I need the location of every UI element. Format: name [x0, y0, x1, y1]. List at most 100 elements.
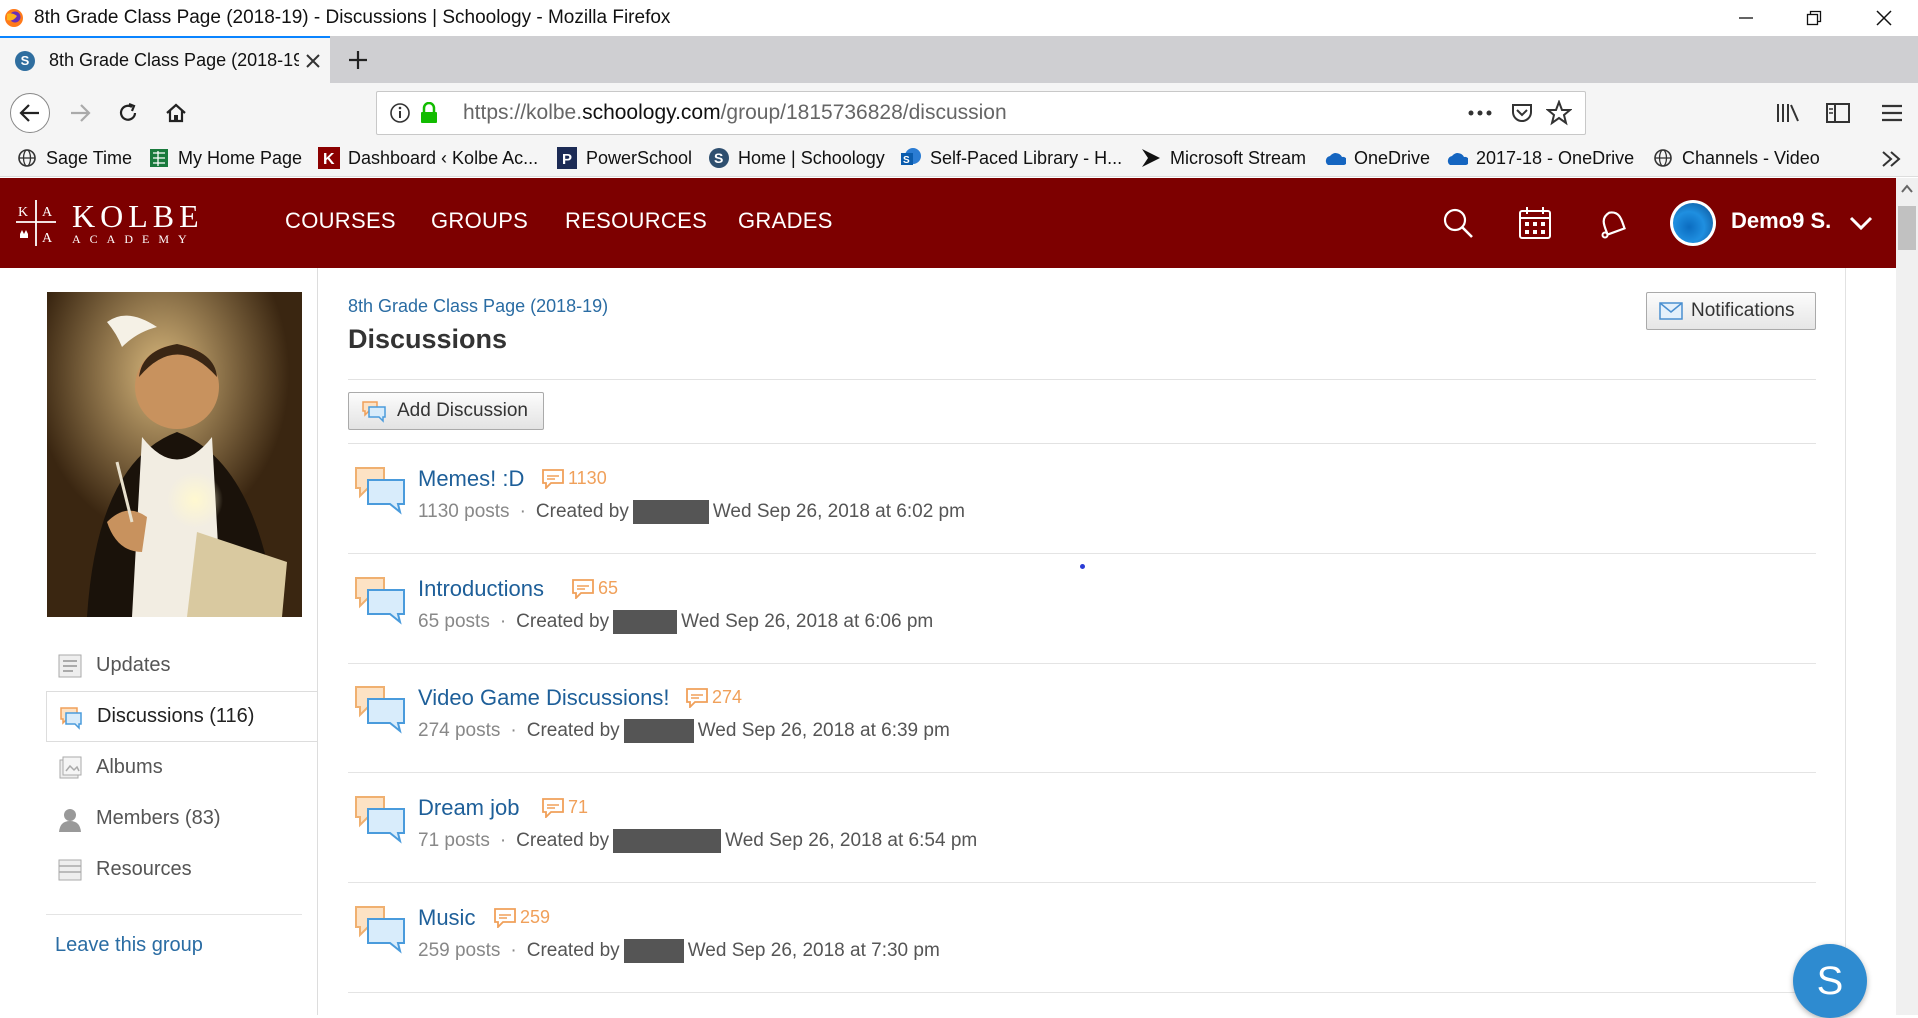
- discussion-title[interactable]: Dream job: [418, 795, 519, 821]
- comment-count: 1130: [542, 468, 607, 489]
- close-window-button[interactable]: [1850, 0, 1918, 36]
- bookmark-item[interactable]: Microsoft Stream: [1140, 147, 1306, 169]
- minimize-button[interactable]: [1712, 0, 1780, 36]
- svg-text:S: S: [714, 150, 723, 166]
- page-scrollbar[interactable]: [1896, 178, 1918, 1015]
- discussion-title[interactable]: Introductions: [418, 576, 544, 602]
- lock-icon[interactable]: [419, 102, 439, 124]
- restore-button[interactable]: [1780, 0, 1848, 36]
- home-button[interactable]: [156, 93, 196, 133]
- discussion-title[interactable]: Music: [418, 905, 475, 931]
- created-by-label: Created by: [526, 940, 620, 961]
- window-title: 8th Grade Class Page (2018-19) - Discuss…: [34, 7, 671, 28]
- nav-groups[interactable]: GROUPS: [431, 208, 528, 234]
- home-icon: [166, 103, 186, 123]
- bookmarks-overflow-button[interactable]: [1880, 149, 1902, 169]
- browser-tab[interactable]: S 8th Grade Class Page (2018-19): [0, 36, 330, 83]
- bookmark-item[interactable]: P PowerSchool: [556, 147, 692, 169]
- discussion-meta: 1130 posts · Created by Wed Sep 26, 2018 …: [418, 500, 965, 524]
- breadcrumb[interactable]: 8th Grade Class Page (2018-19): [348, 296, 608, 317]
- nav-resources[interactable]: RESOURCES: [565, 208, 707, 234]
- forward-button[interactable]: [60, 93, 100, 133]
- bookmarks-toolbar: Sage Time My Home Page K Dashboard ‹ Kol…: [0, 143, 1918, 177]
- sidebar-item-resources[interactable]: Resources: [46, 844, 318, 895]
- page-actions-icon[interactable]: [1467, 109, 1493, 117]
- reload-button[interactable]: [108, 93, 148, 133]
- discussion-item[interactable]: Dream job 71 71 posts · Created by Wed Se…: [348, 773, 1816, 883]
- forward-arrow-icon: [71, 104, 91, 122]
- scroll-up-arrow-icon[interactable]: [1896, 178, 1918, 200]
- plus-icon: [349, 51, 367, 69]
- sidebar-toggle-button[interactable]: [1818, 93, 1858, 133]
- sidebar-item-updates[interactable]: Updates: [46, 640, 318, 691]
- cursor-dot: [1080, 564, 1085, 569]
- user-name[interactable]: Demo9 S.: [1731, 208, 1831, 234]
- discussion-item[interactable]: Memes! :D 1130 1130 posts · Created by We…: [348, 444, 1816, 554]
- bookmark-item[interactable]: OneDrive: [1324, 147, 1430, 169]
- schoology-help-button[interactable]: S: [1793, 944, 1867, 1018]
- svg-text:P: P: [562, 151, 572, 168]
- info-icon[interactable]: [389, 102, 411, 124]
- discussion-item[interactable]: Music 259 259 posts · Created by Wed Sep …: [348, 883, 1816, 993]
- comment-count: 259: [494, 907, 550, 928]
- post-count: 1130 posts: [418, 501, 510, 522]
- window-titlebar: 8th Grade Class Page (2018-19) - Discuss…: [0, 0, 1918, 36]
- album-icon: [56, 754, 84, 782]
- nav-grades[interactable]: GRADES: [738, 208, 833, 234]
- new-tab-button[interactable]: [342, 44, 374, 76]
- bookmark-item[interactable]: S Self-Paced Library - H...: [900, 147, 1122, 169]
- back-arrow-icon: [19, 104, 39, 122]
- discussion-title[interactable]: Video Game Discussions!: [418, 685, 670, 711]
- add-discussion-icon: [362, 401, 386, 423]
- address-bar[interactable]: https://kolbe.schoology.com/group/181573…: [376, 91, 1586, 135]
- bookmark-item[interactable]: Channels - Video: [1652, 147, 1820, 169]
- discussion-meta: 71 posts · Created by Wed Sep 26, 2018 at…: [418, 829, 978, 853]
- logo-sub-text: ACADEMY: [72, 231, 196, 246]
- menu-button[interactable]: [1872, 93, 1912, 133]
- sidebar-item-label: Resources: [96, 858, 192, 880]
- back-button[interactable]: [10, 93, 50, 133]
- svg-text:A: A: [42, 205, 53, 220]
- page-title: Discussions: [348, 324, 508, 354]
- bookmark-item[interactable]: K Dashboard ‹ Kolbe Ac...: [318, 147, 538, 169]
- post-count: 65 posts: [418, 611, 490, 632]
- nav-courses[interactable]: COURSES: [285, 208, 396, 234]
- notifications-bell-button[interactable]: [1590, 200, 1636, 246]
- comment-icon: [542, 468, 564, 489]
- discussion-item[interactable]: Video Game Discussions! 274 274 posts · C…: [348, 663, 1816, 773]
- discussion-item[interactable]: Introductions 65 65 posts · Created by We…: [348, 554, 1816, 664]
- svg-text:A: A: [42, 231, 53, 246]
- comment-icon: [542, 797, 564, 818]
- user-menu-toggle[interactable]: [1838, 200, 1884, 246]
- updates-icon: [56, 652, 84, 680]
- discussion-title[interactable]: Memes! :D: [418, 466, 524, 492]
- bookmark-item[interactable]: Sage Time: [16, 147, 132, 169]
- group-profile-image: [47, 292, 302, 617]
- sidebar-item-members[interactable]: Members (83): [46, 793, 318, 844]
- notifications-button[interactable]: Notifications: [1646, 292, 1816, 330]
- scrollbar-thumb[interactable]: [1898, 206, 1916, 250]
- library-button[interactable]: [1768, 93, 1808, 133]
- svg-text:K: K: [18, 205, 28, 220]
- bookmark-star-icon[interactable]: [1546, 100, 1572, 126]
- created-by-label: Created by: [526, 720, 620, 741]
- search-button[interactable]: [1435, 200, 1481, 246]
- resources-icon: [56, 856, 84, 884]
- kolbe-logo[interactable]: K A A KOLBE ACADEMY: [12, 192, 248, 254]
- calendar-button[interactable]: [1512, 200, 1558, 246]
- close-tab-icon[interactable]: [305, 53, 321, 69]
- pocket-icon[interactable]: [1510, 101, 1534, 125]
- bookmark-item[interactable]: 2017-18 - OneDrive: [1446, 147, 1634, 169]
- bookmark-item[interactable]: S Home | Schoology: [708, 147, 885, 169]
- navigation-toolbar: https://kolbe.schoology.com/group/181573…: [0, 83, 1918, 143]
- discussion-meta: 65 posts · Created by Wed Sep 26, 2018 at…: [418, 610, 934, 634]
- url-text[interactable]: https://kolbe.schoology.com/group/181573…: [463, 101, 1007, 125]
- add-discussion-button[interactable]: Add Discussion: [348, 392, 544, 430]
- leave-group-link[interactable]: Leave this group: [55, 934, 203, 957]
- created-date: Wed Sep 26, 2018 at 7:30 pm: [687, 940, 940, 961]
- sidebar-item-discussions[interactable]: Discussions (116): [46, 691, 318, 742]
- sidebar-item-label: Albums: [96, 756, 163, 778]
- user-avatar[interactable]: [1670, 200, 1716, 246]
- sidebar-item-albums[interactable]: Albums: [46, 742, 318, 793]
- bookmark-item[interactable]: My Home Page: [148, 147, 302, 169]
